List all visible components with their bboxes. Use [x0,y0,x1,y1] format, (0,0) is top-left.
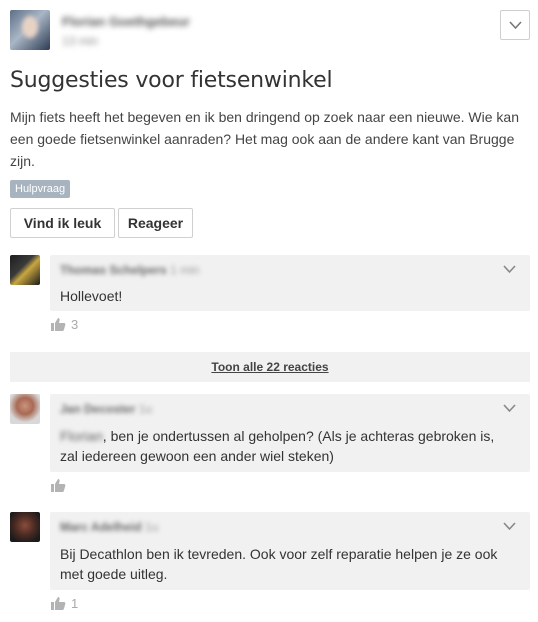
comment-bubble: Jan Decoster 1u Florian, ben je ondertus… [50,394,530,472]
comment-like[interactable] [50,478,71,493]
chevron-down-icon[interactable] [503,522,516,531]
thumbs-up-icon [51,318,66,331]
mention-link[interactable]: Florian [60,428,103,444]
comment-like[interactable]: 3 [50,317,78,332]
chevron-down-icon[interactable] [503,404,516,413]
comment-author[interactable]: Thomas Schelpers 1 min [60,263,199,277]
show-all-comments-link[interactable]: Toon alle 22 reacties [10,352,530,382]
thumbs-up-icon [51,597,66,610]
commenter-avatar[interactable] [10,512,40,542]
comment-text: Hollevoet! [60,288,123,304]
reply-button[interactable]: Reageer [118,208,193,238]
commenter-avatar[interactable] [10,394,40,424]
comment-text: Bij Decathlon ben ik tevreden. Ook voor … [60,546,498,582]
author-avatar[interactable] [10,10,50,50]
comment-bubble: Marc Adelheid 1u Bij Decathlon ben ik te… [50,512,530,590]
comment-author[interactable]: Jan Decoster 1u [60,402,152,416]
post-body: Mijn fiets heeft het begeven en ik ben d… [10,109,519,169]
comment: Jan Decoster 1u Florian, ben je ondertus… [10,394,530,494]
post-menu-button[interactable] [500,10,530,40]
like-button[interactable]: Vind ik leuk [10,208,115,238]
comment-author[interactable]: Marc Adelheid 1u [60,520,158,534]
post-time: 13 min [62,34,99,48]
comment: Marc Adelheid 1u Bij Decathlon ben ik te… [10,512,530,616]
thumbs-up-icon [51,479,66,492]
comment-like[interactable]: 1 [50,596,78,611]
comment-bubble: Thomas Schelpers 1 min Hollevoet! [50,255,530,311]
comment-text: Florian, ben je ondertussen al geholpen?… [60,428,495,464]
chevron-down-icon [509,21,522,30]
post-header: Florian Goethgebeur 13 min [10,10,530,52]
chevron-down-icon[interactable] [503,265,516,274]
category-tag[interactable]: Hulpvraag [10,180,71,198]
post-title: Suggesties voor fietsenwinkel [10,68,333,93]
comment: Thomas Schelpers 1 min Hollevoet! 3 [10,255,530,335]
commenter-avatar[interactable] [10,255,40,285]
author-name[interactable]: Florian Goethgebeur [62,14,190,29]
